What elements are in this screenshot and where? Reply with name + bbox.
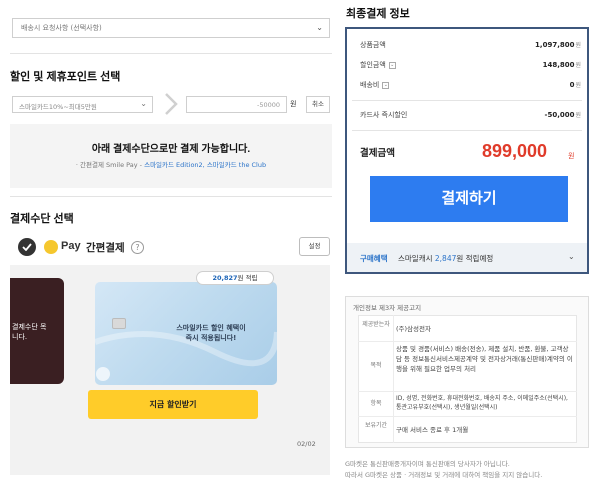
total-amount: 899,000: [482, 141, 548, 161]
discount-section-title: 할인 및 제휴포인트 선택: [10, 71, 121, 83]
payment-notice-panel: [10, 124, 332, 188]
payment-notice-sub: · 간편결제 Smile Pay - 스마일카드 Edition2, 스마일카드…: [10, 159, 332, 169]
previous-card[interactable]: 결제수단 목 니다.: [10, 278, 64, 384]
previous-card-line-2: 니다.: [12, 333, 28, 341]
carousel-page-indicator: 02/02: [297, 440, 316, 448]
cancel-discount-button[interactable]: 취소: [306, 96, 330, 113]
card-chip-icon: [112, 318, 126, 329]
points-badge-suffix: 원 적립: [237, 274, 258, 282]
summary-row-label[interactable]: 배송비 ⌄: [360, 80, 390, 90]
shipping-fee-label: 배송비: [360, 81, 380, 89]
payment-method-title: 결제수단 선택: [10, 213, 74, 225]
pay-button[interactable]: 결제하기: [370, 176, 568, 222]
discount-select-value: 스마일카드10%~최대5만원: [19, 103, 97, 111]
discount-amount-input[interactable]: -50000: [186, 96, 287, 113]
final-payment-title: 최종결제 정보: [346, 8, 410, 20]
summary-row-value: 0원: [570, 80, 581, 89]
card-promo-line-2: 즉시 적용됩니다!: [185, 334, 237, 342]
chevron-down-icon: ⌄: [316, 23, 323, 32]
discount-select[interactable]: 스마일카드10%~최대5만원 ⌄: [12, 96, 153, 113]
chevron-down-icon: ⌄: [140, 99, 147, 108]
payment-notice: 아래 결제수단으로만 결제 가능합니다.: [91, 144, 251, 155]
summary-row-value: -50,000원: [545, 110, 581, 119]
benefit-amount: 2,847: [434, 254, 457, 263]
privacy-row-label: 보유기간: [364, 422, 388, 429]
smile-pay-label: 간편결제: [86, 242, 125, 254]
arrow-right-icon: [165, 93, 178, 115]
discount-amount: 148,800: [542, 61, 575, 69]
won-unit: 원: [575, 82, 581, 89]
privacy-row-text: 구매 서비스 종료 후 1개월: [396, 426, 469, 434]
summary-row-label[interactable]: 할인금액 ⌄: [360, 60, 396, 70]
won-unit: 원: [575, 62, 581, 69]
privacy-row-label: 항목: [370, 400, 382, 407]
card-instant-discount-label: 카드사 즉시할인: [360, 111, 408, 119]
points-badge: 20,827원 적립: [196, 271, 274, 285]
footnote: 따라서 G마켓은 상품 · 거래정보 및 거래에 대하여 책임을 지지 않습니다…: [345, 471, 543, 479]
table-divider: [358, 416, 577, 417]
benefit-prefix: 스마일캐시: [398, 254, 435, 263]
summary-divider: [352, 130, 582, 131]
get-discount-button[interactable]: 지금 할인받기: [88, 390, 258, 419]
section-divider: [10, 196, 332, 197]
allowed-cards: 스마일카드 Edition2, 스마일카드 the Club: [144, 161, 267, 169]
table-divider: [393, 315, 394, 443]
won-unit: 원: [575, 42, 581, 49]
privacy-row-label: 목적: [370, 362, 382, 369]
won-unit: 원: [575, 112, 581, 119]
summary-row-label: 상품금액: [360, 41, 386, 49]
table-divider: [358, 341, 577, 342]
won-unit: 원: [568, 152, 575, 160]
discount-amount-label: 할인금액: [360, 61, 386, 69]
benefit-text: 스마일캐시 2,847원 적립예정: [398, 253, 493, 264]
card-promo-line-1: 스마일카드 할인 혜택이: [176, 324, 246, 332]
shipping-fee: 0: [569, 81, 575, 89]
table-divider: [358, 391, 577, 392]
smile-pay-brand: Pay: [61, 240, 81, 252]
card-promo-text: 스마일카드 할인 혜택이 즉시 적용됩니다!: [151, 323, 271, 343]
privacy-notice-title: 개인정보 제3자 제공고지: [353, 304, 422, 312]
privacy-row-text: 상품 및 경품(서비스) 배송(전송), 제품 설치, 반품, 환불, 고객상담…: [396, 345, 573, 373]
won-unit: 원: [290, 100, 297, 108]
benefit-label: 구매혜택: [360, 254, 388, 263]
points-badge-value: 20,827: [212, 274, 238, 282]
payment-notice-prefix: · 간편결제 Smile Pay -: [75, 161, 145, 169]
benefit-suffix: 원 적립예정: [456, 254, 494, 263]
expand-icon[interactable]: ⌄: [382, 81, 390, 89]
product-amount: 1,097,800: [535, 41, 575, 49]
selected-check-icon[interactable]: [18, 238, 36, 256]
footnote: G마켓은 통신판매중개자이며 통신판매의 당사자가 아닙니다.: [345, 460, 510, 468]
section-divider: [10, 53, 332, 54]
delivery-message-value: 배송시 요청사항 (선택사항): [21, 24, 102, 32]
privacy-row-text: (주)삼성전자: [396, 325, 431, 333]
delivery-message-select[interactable]: 배송시 요청사항 (선택사항) ⌄: [12, 18, 330, 38]
card-instant-discount: -50,000: [544, 111, 575, 119]
summary-divider: [352, 100, 582, 101]
previous-card-line-1: 결제수단 목: [12, 323, 47, 331]
chevron-down-icon[interactable]: ⌄: [568, 252, 575, 261]
summary-row-value: 148,800원: [543, 60, 581, 69]
summary-row-value: 1,097,800원: [535, 40, 581, 49]
total-label: 결제금액: [360, 148, 395, 159]
help-icon[interactable]: ?: [131, 241, 144, 254]
privacy-row-label: 제공받는자: [362, 321, 390, 328]
settings-button[interactable]: 설정: [299, 237, 330, 256]
expand-icon[interactable]: ⌄: [388, 61, 396, 69]
smile-pay-logo-icon: [44, 240, 58, 254]
order-form-column: 배송시 요청사항 (선택사항) ⌄ 할인 및 제휴포인트 선택 스마일카드10%…: [0, 0, 340, 485]
privacy-row-text: ID, 성명, 전화번호, 휴대전화번호, 배송지 주소, 이메일주소(선택시)…: [396, 395, 568, 411]
